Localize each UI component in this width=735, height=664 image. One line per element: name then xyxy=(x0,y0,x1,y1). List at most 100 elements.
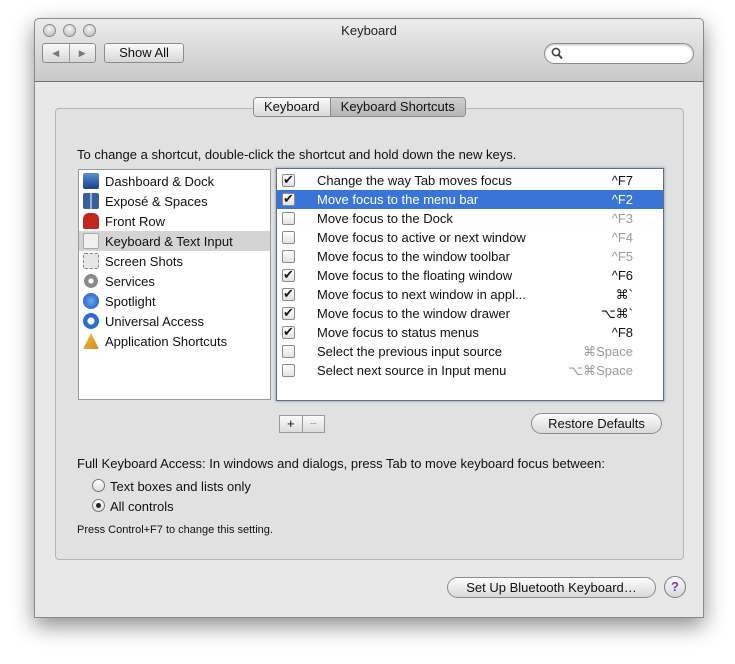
shortcut-key[interactable]: ⌥⌘` xyxy=(601,306,633,322)
window-title: Keyboard xyxy=(341,23,397,38)
shortcut-key[interactable]: ⌘` xyxy=(616,287,633,303)
category-label: Front Row xyxy=(105,213,165,229)
shortcut-key[interactable]: ⌥⌘Space xyxy=(568,363,633,379)
shortcut-checkbox[interactable] xyxy=(282,172,295,188)
instructions-text: To change a shortcut, double-click the s… xyxy=(77,147,517,162)
shortcut-key[interactable]: ^F4 xyxy=(612,230,633,245)
shortcut-label: Move focus to the window toolbar xyxy=(317,249,510,264)
shortcut-row[interactable]: Move focus to the floating window ^F6 xyxy=(277,266,663,285)
tab-keyboard-shortcuts[interactable]: Keyboard Shortcuts xyxy=(329,98,465,116)
shortcut-label: Move focus to next window in appl... xyxy=(317,287,526,302)
category-label: Services xyxy=(105,273,155,289)
triangle-left-icon: ◀ xyxy=(52,47,60,58)
shortcut-checkbox[interactable] xyxy=(282,191,295,207)
category-label: Universal Access xyxy=(105,313,204,329)
shortcut-label: Move focus to the floating window xyxy=(317,268,513,283)
shortcut-checkbox[interactable] xyxy=(282,345,295,358)
shortcut-row[interactable]: Move focus to the menu bar ^F2 xyxy=(277,190,663,209)
category-list[interactable]: Dashboard & Dock Exposé & Spaces Front R… xyxy=(78,169,271,400)
shortcut-checkbox[interactable] xyxy=(282,286,295,302)
show-all-button[interactable]: Show All xyxy=(104,43,184,63)
shortcut-checkbox[interactable] xyxy=(282,231,295,244)
category-label: Exposé & Spaces xyxy=(105,193,208,209)
category-label: Keyboard & Text Input xyxy=(105,233,233,249)
shortcut-row[interactable]: Move focus to status menus ^F8 xyxy=(277,323,663,342)
category-screen-shots[interactable]: Screen Shots xyxy=(79,251,270,271)
shortcut-row[interactable]: Change the way Tab moves focus ^F7 xyxy=(277,171,663,190)
universal-access-icon xyxy=(83,313,99,329)
shortcut-key[interactable]: ^F7 xyxy=(612,173,633,188)
control-f7-note: Press Control+F7 to change this setting. xyxy=(77,524,273,536)
shortcut-label: Select next source in Input menu xyxy=(317,363,507,378)
radio-label[interactable]: All controls xyxy=(110,499,174,514)
shortcut-label: Select the previous input source xyxy=(317,344,502,359)
add-remove-group: + − xyxy=(279,415,325,433)
category-spotlight[interactable]: Spotlight xyxy=(79,291,270,311)
shortcut-row[interactable]: Select next source in Input menu ⌥⌘Space xyxy=(277,361,663,380)
keyboard-text-input-icon xyxy=(83,233,99,249)
forward-button[interactable]: ▶ xyxy=(68,44,96,62)
screen-shots-icon xyxy=(83,253,99,269)
shortcut-checkbox[interactable] xyxy=(282,267,295,283)
shortcut-key[interactable]: ^F3 xyxy=(612,211,633,226)
help-button[interactable]: ? xyxy=(664,576,686,598)
shortcut-row[interactable]: Move focus to active or next window ^F4 xyxy=(277,228,663,247)
shortcut-label: Move focus to the menu bar xyxy=(317,192,479,207)
category-label: Application Shortcuts xyxy=(105,333,228,349)
shortcut-checkbox[interactable] xyxy=(282,212,295,225)
category-dashboard-dock[interactable]: Dashboard & Dock xyxy=(79,171,270,191)
search-icon xyxy=(551,47,563,60)
shortcut-key[interactable]: ^F2 xyxy=(612,192,633,207)
radio-label[interactable]: Text boxes and lists only xyxy=(110,479,251,494)
shortcut-row[interactable]: Move focus to the Dock ^F3 xyxy=(277,209,663,228)
triangle-right-icon: ▶ xyxy=(78,47,86,58)
back-button[interactable]: ◀ xyxy=(43,44,69,62)
remove-button[interactable]: − xyxy=(301,416,325,432)
tab-bar: Keyboard Keyboard Shortcuts xyxy=(253,97,466,117)
shortcut-label: Change the way Tab moves focus xyxy=(317,173,512,188)
shortcut-row[interactable]: Move focus to next window in appl... ⌘` xyxy=(277,285,663,304)
shortcut-checkbox[interactable] xyxy=(282,364,295,377)
shortcut-label: Move focus to status menus xyxy=(317,325,479,340)
shortcut-label: Move focus to the window drawer xyxy=(317,306,510,321)
shortcut-key[interactable]: ⌘Space xyxy=(583,344,633,360)
title-bar: Keyboard ◀ ▶ Show All xyxy=(35,19,703,82)
category-application-shortcuts[interactable]: Application Shortcuts xyxy=(79,331,270,351)
shortcut-checkbox[interactable] xyxy=(282,324,295,340)
full-keyboard-access-label: Full Keyboard Access: In windows and dia… xyxy=(77,456,605,471)
radio-all-controls[interactable] xyxy=(92,499,105,512)
category-universal-access[interactable]: Universal Access xyxy=(79,311,270,331)
category-label: Spotlight xyxy=(105,293,156,309)
category-services[interactable]: Services xyxy=(79,271,270,291)
category-front-row[interactable]: Front Row xyxy=(79,211,270,231)
app-store-icon xyxy=(83,333,99,349)
bluetooth-keyboard-button[interactable]: Set Up Bluetooth Keyboard… xyxy=(447,577,656,598)
search-field[interactable] xyxy=(544,43,694,64)
shortcut-checkbox[interactable] xyxy=(282,250,295,263)
shortcut-label: Move focus to the Dock xyxy=(317,211,453,226)
shortcut-row[interactable]: Select the previous input source ⌘Space xyxy=(277,342,663,361)
category-label: Screen Shots xyxy=(105,253,184,269)
category-keyboard-text-input[interactable]: Keyboard & Text Input xyxy=(79,231,270,251)
spotlight-icon xyxy=(83,293,99,309)
add-button[interactable]: + xyxy=(280,416,302,432)
back-forward-group: ◀ ▶ xyxy=(42,43,96,63)
tab-keyboard[interactable]: Keyboard xyxy=(254,98,330,116)
category-expose-spaces[interactable]: Exposé & Spaces xyxy=(79,191,270,211)
shortcut-checkbox[interactable] xyxy=(282,305,295,321)
shortcut-key[interactable]: ^F5 xyxy=(612,249,633,264)
spaces-icon xyxy=(83,193,99,209)
shortcut-key[interactable]: ^F6 xyxy=(612,268,633,283)
gear-icon xyxy=(83,273,99,289)
shortcut-row[interactable]: Move focus to the window toolbar ^F5 xyxy=(277,247,663,266)
shortcuts-table[interactable]: Change the way Tab moves focus ^F7 Move … xyxy=(276,168,664,401)
front-row-icon xyxy=(83,213,99,229)
shortcut-label: Move focus to active or next window xyxy=(317,230,526,245)
preferences-window: Keyboard ◀ ▶ Show All Keyboard Keyboard … xyxy=(34,18,704,618)
shortcut-row[interactable]: Move focus to the window drawer ⌥⌘` xyxy=(277,304,663,323)
restore-defaults-button[interactable]: Restore Defaults xyxy=(531,413,662,434)
category-label: Dashboard & Dock xyxy=(105,173,215,189)
radio-text-boxes-lists[interactable] xyxy=(92,479,105,492)
dashboard-icon xyxy=(83,173,99,189)
shortcut-key[interactable]: ^F8 xyxy=(612,325,633,340)
